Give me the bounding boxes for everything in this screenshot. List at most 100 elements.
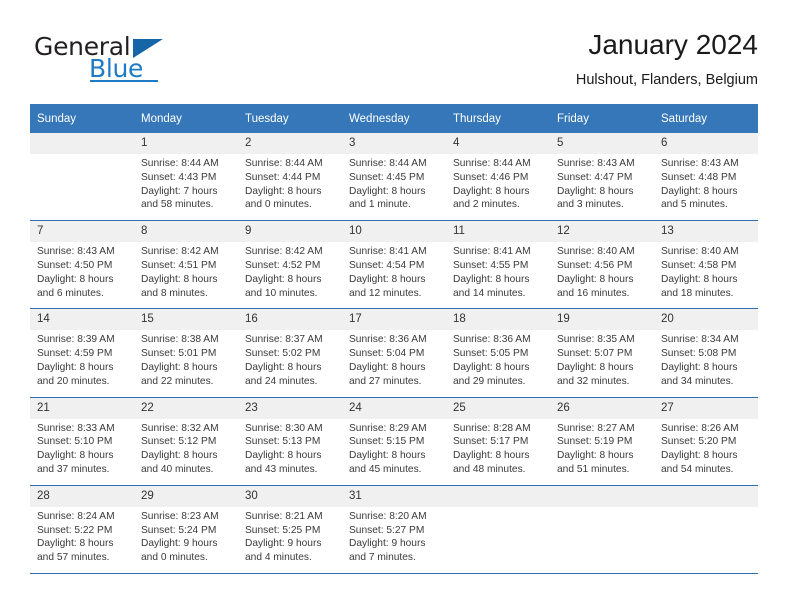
- day-details: Sunrise: 8:28 AM Sunset: 5:17 PM Daylight:…: [446, 419, 550, 485]
- sunrise-text: Sunrise: 8:28 AM: [453, 422, 531, 434]
- calendar-day-cell[interactable]: 16 Sunrise: 8:37 AM Sunset: 5:02 PM Dayligh…: [238, 308, 342, 398]
- day-details: Sunrise: 8:39 AM Sunset: 4:59 PM Daylight:…: [30, 330, 134, 396]
- calendar-day-cell[interactable]: 9 Sunrise: 8:42 AM Sunset: 4:52 PM Daylight…: [238, 220, 342, 309]
- calendar-day-cell[interactable]: 10 Sunrise: 8:41 AM Sunset: 4:54 PM Dayligh…: [342, 220, 446, 309]
- day-details: Sunrise: 8:40 AM Sunset: 4:58 PM Daylight:…: [654, 242, 758, 308]
- sunrise-text: Sunrise: 8:23 AM: [141, 510, 219, 522]
- daylight-text: Daylight: 8 hours: [37, 538, 114, 550]
- sunset-text: Sunset: 4:54 PM: [349, 259, 425, 271]
- day-number: 11: [446, 221, 550, 243]
- calendar-day-cell[interactable]: 23 Sunrise: 8:30 AM Sunset: 5:13 PM Dayligh…: [238, 396, 342, 486]
- calendar-day-cell[interactable]: 1 Sunrise: 8:44 AM Sunset: 4:43 PM Daylight…: [134, 133, 238, 221]
- daylight-text: and 1 minute.: [349, 199, 411, 211]
- calendar-day-cell[interactable]: 7 Sunrise: 8:43 AM Sunset: 4:50 PM Daylight…: [30, 220, 134, 309]
- daylight-text: and 3 minutes.: [557, 199, 624, 211]
- logo-text-blue: Blue: [89, 54, 144, 83]
- daylight-text: and 12 minutes.: [349, 287, 422, 299]
- day-number: 15: [134, 309, 238, 331]
- daylight-text: Daylight: 8 hours: [245, 273, 322, 285]
- sunset-text: Sunset: 4:44 PM: [245, 171, 321, 183]
- sunset-text: Sunset: 5:12 PM: [141, 436, 217, 448]
- calendar-day-cell[interactable]: 27 Sunrise: 8:26 AM Sunset: 5:20 PM Dayligh…: [654, 396, 758, 486]
- calendar-day-cell[interactable]: 26 Sunrise: 8:27 AM Sunset: 5:19 PM Dayligh…: [550, 396, 654, 486]
- calendar-day-cell[interactable]: 28 Sunrise: 8:24 AM Sunset: 5:22 PM Dayligh…: [30, 484, 134, 573]
- day-details: Sunrise: 8:44 AM Sunset: 4:45 PM Daylight:…: [342, 154, 446, 220]
- calendar-day-cell[interactable]: 19 Sunrise: 8:35 AM Sunset: 5:07 PM Dayligh…: [550, 308, 654, 398]
- daylight-text: Daylight: 8 hours: [557, 273, 634, 285]
- sunset-text: Sunset: 5:04 PM: [349, 348, 425, 360]
- calendar-day-cell[interactable]: 31 Sunrise: 8:20 AM Sunset: 5:27 PM Dayligh…: [342, 484, 446, 573]
- calendar-table: Sunday Monday Tuesday Wednesday Thursday…: [30, 104, 758, 573]
- sunrise-text: Sunrise: 8:33 AM: [37, 422, 115, 434]
- sunset-text: Sunset: 5:02 PM: [245, 348, 321, 360]
- calendar-day-cell[interactable]: 22 Sunrise: 8:32 AM Sunset: 5:12 PM Dayligh…: [134, 396, 238, 486]
- sunrise-text: Sunrise: 8:40 AM: [661, 246, 739, 258]
- day-number: 25: [446, 397, 550, 419]
- sunrise-text: Sunrise: 8:32 AM: [141, 422, 219, 434]
- day-details: Sunrise: 8:32 AM Sunset: 5:12 PM Daylight:…: [134, 419, 238, 485]
- day-number: 28: [30, 485, 134, 507]
- day-details: Sunrise: 8:44 AM Sunset: 4:46 PM Daylight:…: [446, 154, 550, 220]
- daylight-text: and 18 minutes.: [661, 287, 734, 299]
- daylight-text: Daylight: 8 hours: [557, 185, 634, 197]
- sunset-text: Sunset: 5:08 PM: [661, 348, 737, 360]
- daylight-text: Daylight: 8 hours: [245, 361, 322, 373]
- sunset-text: Sunset: 5:27 PM: [349, 524, 425, 536]
- calendar-day-cell[interactable]: 2 Sunrise: 8:44 AM Sunset: 4:44 PM Daylight…: [238, 133, 342, 221]
- sunrise-text: Sunrise: 8:42 AM: [141, 246, 219, 258]
- sunset-text: Sunset: 5:24 PM: [141, 524, 217, 536]
- calendar-day-cell[interactable]: 14 Sunrise: 8:39 AM Sunset: 4:59 PM Dayligh…: [30, 308, 134, 398]
- calendar-day-cell[interactable]: 4 Sunrise: 8:44 AM Sunset: 4:46 PM Daylight…: [446, 133, 550, 221]
- calendar-day-cell[interactable]: 30 Sunrise: 8:21 AM Sunset: 5:25 PM Dayligh…: [238, 484, 342, 573]
- day-number: 2: [238, 133, 342, 154]
- general-blue-logo[interactable]: General Blue: [34, 28, 234, 86]
- daylight-text: Daylight: 8 hours: [141, 450, 218, 462]
- calendar-day-cell[interactable]: 18 Sunrise: 8:36 AM Sunset: 5:05 PM Dayligh…: [446, 308, 550, 398]
- calendar-day-cell[interactable]: 20 Sunrise: 8:34 AM Sunset: 5:08 PM Dayligh…: [654, 308, 758, 398]
- daylight-text: Daylight: 8 hours: [557, 361, 634, 373]
- day-number: 4: [446, 133, 550, 154]
- calendar-day-cell[interactable]: 13 Sunrise: 8:40 AM Sunset: 4:58 PM Dayligh…: [654, 220, 758, 309]
- calendar-day-cell[interactable]: 17 Sunrise: 8:36 AM Sunset: 5:04 PM Dayligh…: [342, 308, 446, 398]
- page-title: January 2024: [588, 29, 758, 60]
- calendar-day-cell[interactable]: 21 Sunrise: 8:33 AM Sunset: 5:10 PM Dayligh…: [30, 396, 134, 486]
- calendar-day-cell[interactable]: 11 Sunrise: 8:41 AM Sunset: 4:55 PM Dayligh…: [446, 220, 550, 309]
- daylight-text: and 0 minutes.: [141, 552, 208, 564]
- calendar-day-cell[interactable]: 5 Sunrise: 8:43 AM Sunset: 4:47 PM Daylight…: [550, 133, 654, 221]
- sunset-text: Sunset: 4:51 PM: [141, 259, 217, 271]
- calendar-day-cell[interactable]: 8 Sunrise: 8:42 AM Sunset: 4:51 PM Daylight…: [134, 220, 238, 309]
- sunrise-text: Sunrise: 8:43 AM: [37, 246, 115, 258]
- day-number: 16: [238, 309, 342, 331]
- column-header-tuesday: Tuesday: [238, 104, 342, 133]
- daylight-text: and 34 minutes.: [661, 375, 734, 387]
- day-number: 14: [30, 309, 134, 331]
- sunrise-text: Sunrise: 8:20 AM: [349, 510, 427, 522]
- day-details: Sunrise: 8:44 AM Sunset: 4:43 PM Daylight:…: [134, 154, 238, 220]
- sunrise-text: Sunrise: 8:37 AM: [245, 334, 323, 346]
- daylight-text: Daylight: 9 hours: [349, 538, 426, 550]
- calendar-day-cell[interactable]: 6 Sunrise: 8:43 AM Sunset: 4:48 PM Daylight…: [654, 133, 758, 221]
- calendar-day-cell[interactable]: 25 Sunrise: 8:28 AM Sunset: 5:17 PM Dayligh…: [446, 396, 550, 486]
- daylight-text: Daylight: 8 hours: [453, 450, 530, 462]
- calendar-day-cell[interactable]: 29 Sunrise: 8:23 AM Sunset: 5:24 PM Dayligh…: [134, 484, 238, 573]
- day-details: Sunrise: 8:44 AM Sunset: 4:44 PM Daylight:…: [238, 154, 342, 220]
- day-details: Sunrise: 8:33 AM Sunset: 5:10 PM Daylight:…: [30, 419, 134, 485]
- daylight-text: and 37 minutes.: [37, 463, 110, 475]
- column-header-monday: Monday: [134, 104, 238, 133]
- calendar-day-cell[interactable]: 15 Sunrise: 8:38 AM Sunset: 5:01 PM Dayligh…: [134, 308, 238, 398]
- calendar-day-cell-empty: [654, 484, 758, 573]
- sunrise-text: Sunrise: 8:27 AM: [557, 422, 635, 434]
- sunrise-text: Sunrise: 8:21 AM: [245, 510, 323, 522]
- day-details: Sunrise: 8:43 AM Sunset: 4:47 PM Daylight:…: [550, 154, 654, 220]
- calendar-day-cell[interactable]: 24 Sunrise: 8:29 AM Sunset: 5:15 PM Dayligh…: [342, 396, 446, 486]
- daylight-text: Daylight: 8 hours: [349, 361, 426, 373]
- daylight-text: and 2 minutes.: [453, 199, 520, 211]
- calendar-day-cell-empty: [550, 484, 654, 573]
- calendar-body: 1 Sunrise: 8:44 AM Sunset: 4:43 PM Daylight…: [30, 133, 758, 573]
- daylight-text: Daylight: 8 hours: [453, 273, 530, 285]
- calendar-day-cell[interactable]: 12 Sunrise: 8:40 AM Sunset: 4:56 PM Dayligh…: [550, 220, 654, 309]
- daylight-text: and 58 minutes.: [141, 199, 214, 211]
- column-header-thursday: Thursday: [446, 104, 550, 133]
- sunrise-text: Sunrise: 8:38 AM: [141, 334, 219, 346]
- calendar-day-cell[interactable]: 3 Sunrise: 8:44 AM Sunset: 4:45 PM Daylight…: [342, 133, 446, 221]
